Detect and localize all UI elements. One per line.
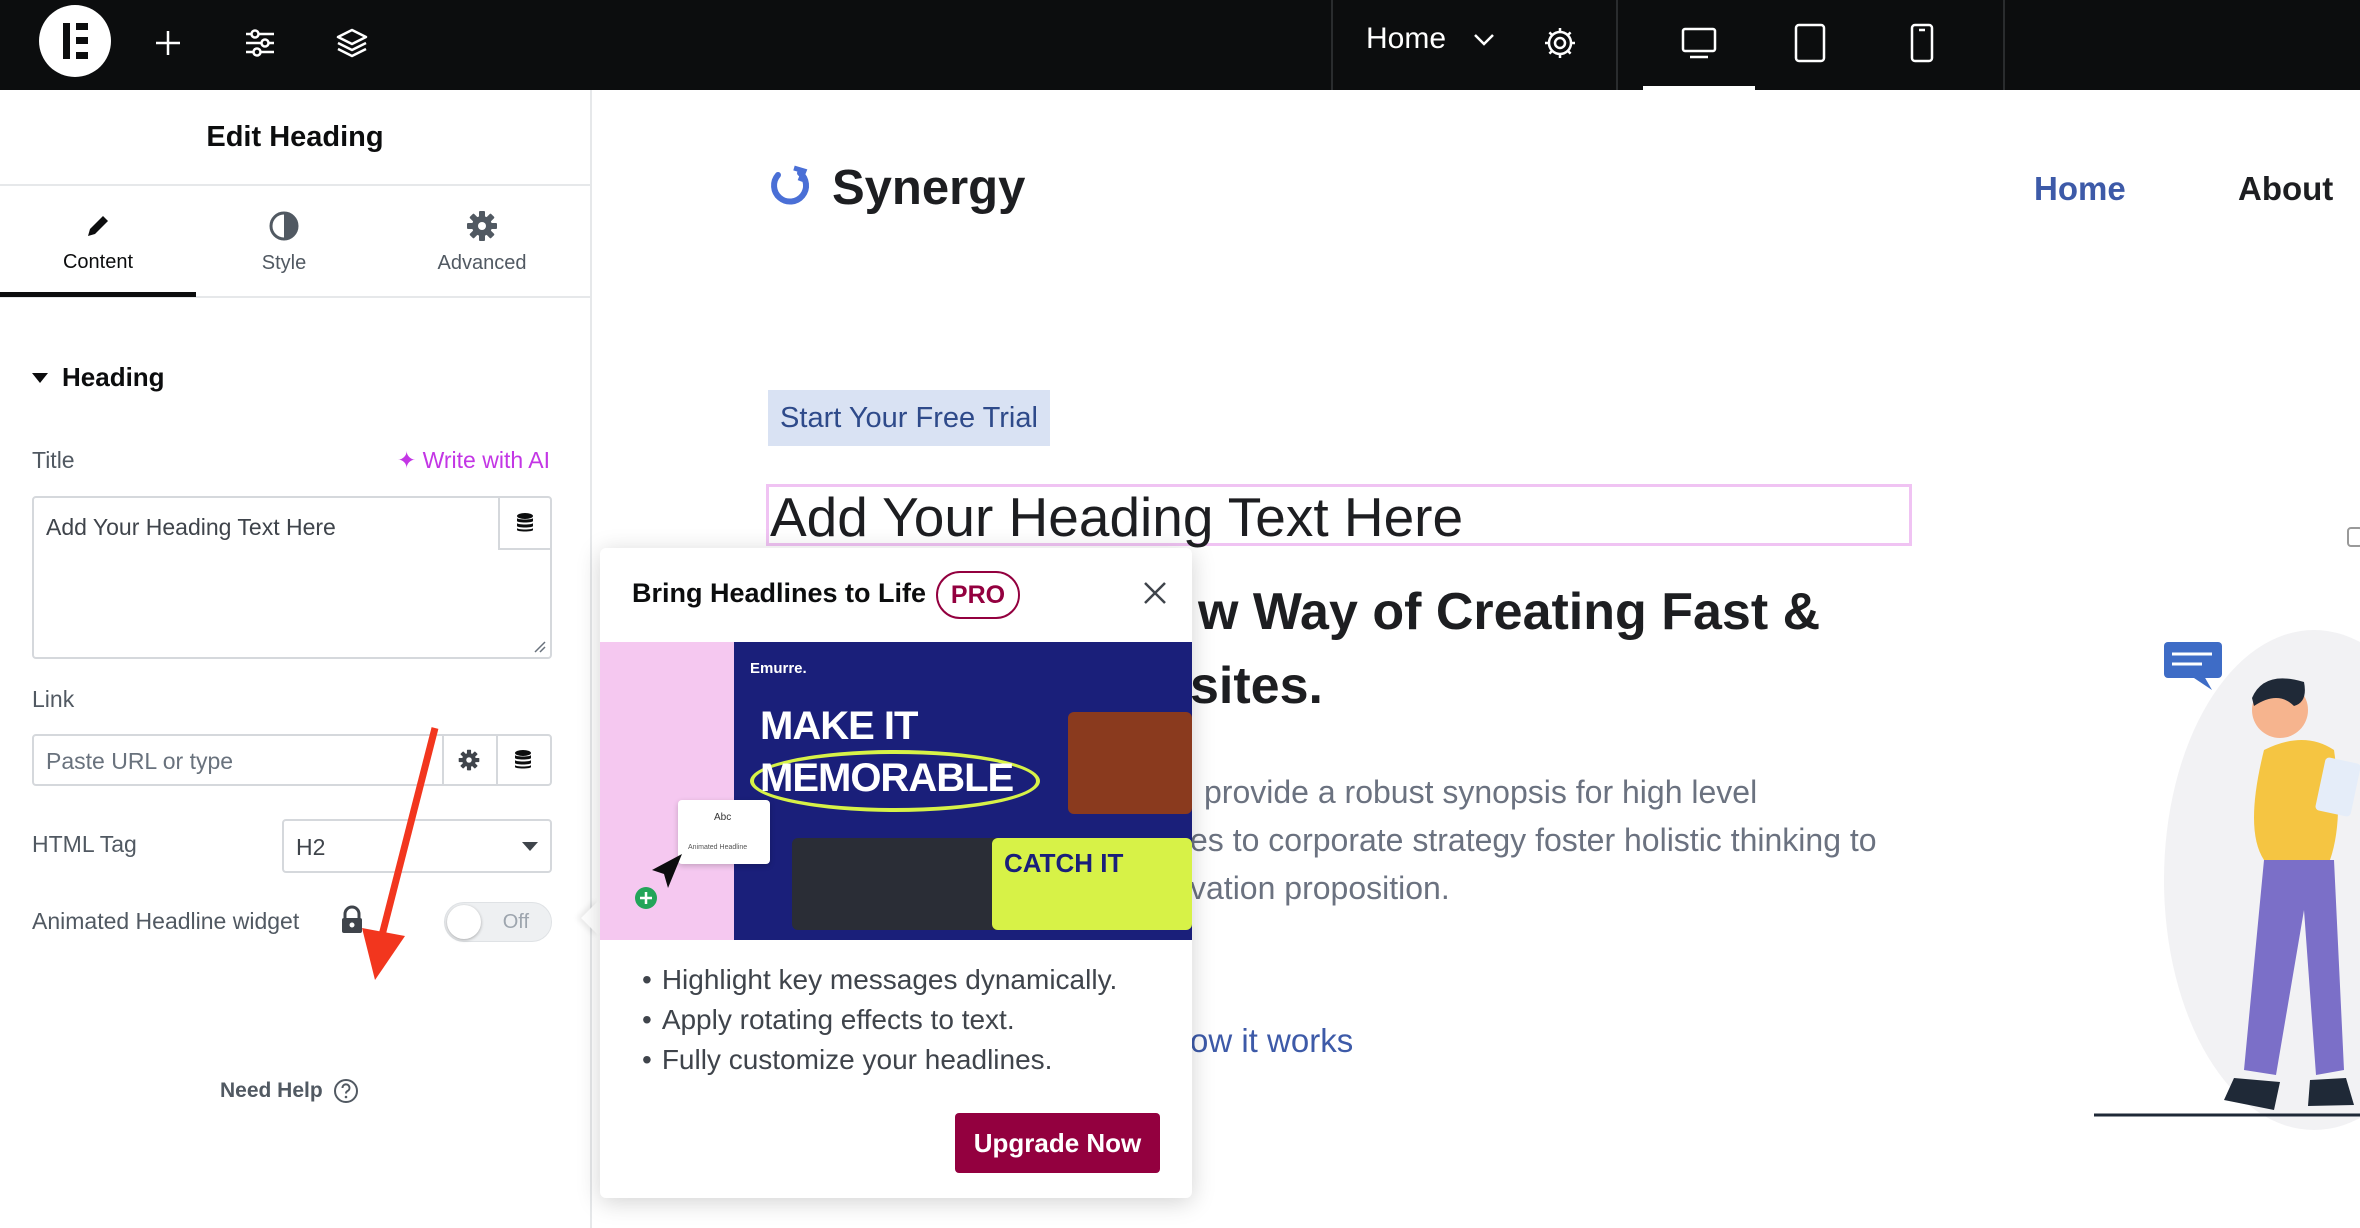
popup-title: Bring Headlines to Life — [632, 578, 927, 608]
editor-panel: Edit Heading Content Style Advanced Head… — [0, 90, 592, 1228]
dropdown-arrow-icon — [522, 842, 538, 851]
layers-icon[interactable] — [324, 15, 380, 71]
section-heading-label: Heading — [62, 362, 165, 392]
upgrade-now-button[interactable]: Upgrade Now — [955, 1113, 1160, 1173]
link-label: Link — [32, 686, 75, 712]
subheading-line-2: sites. — [1190, 657, 1323, 715]
subheading-line-1: w Way of Creating Fast & — [1198, 583, 1821, 641]
write-with-ai-label: Write with AI — [422, 447, 550, 473]
dynamic-tags-button[interactable] — [498, 498, 550, 550]
title-textarea-value: Add Your Heading Text Here — [46, 514, 336, 540]
plus-icon[interactable] — [140, 15, 196, 71]
pro-promo-popup: Bring Headlines to Life PRO Emurre. MAKE… — [600, 548, 1192, 1198]
link-placeholder: Paste URL or type — [46, 748, 234, 774]
gear-icon — [458, 749, 480, 771]
nav-about[interactable]: About — [2238, 170, 2333, 208]
page-selector-label: Home — [1366, 22, 1447, 55]
tab-content-label: Content — [62, 250, 134, 273]
site-logo[interactable]: Synergy — [764, 160, 1025, 216]
start-trial-button[interactable]: Start Your Free Trial — [768, 390, 1050, 446]
toggle-knob — [447, 905, 481, 939]
popup-feature-list: Highlight key messages dynamically. Appl… — [642, 960, 1117, 1080]
promo-widget-label: Animated Headline — [688, 844, 748, 851]
resize-handle-icon[interactable] — [532, 639, 546, 653]
need-help-link[interactable]: Need Help — [220, 1078, 359, 1104]
square-outline-icon — [2347, 527, 2360, 547]
list-item: Apply rotating effects to text. — [642, 1000, 1117, 1040]
list-item: Highlight key messages dynamically. — [642, 960, 1117, 1000]
html-tag-label: HTML Tag — [32, 831, 137, 857]
pro-badge: PRO — [936, 571, 1020, 619]
tab-advanced[interactable]: Advanced — [384, 186, 580, 298]
promo-image: Emurre. MAKE IT MEMORABLE CATCH IT Abc A… — [600, 642, 1192, 940]
site-brand-name: Synergy — [832, 161, 1026, 215]
tablet-icon[interactable] — [1782, 15, 1838, 71]
paragraph-line-3: vation proposition. — [1190, 870, 1450, 906]
animated-headline-toggle[interactable]: Off — [444, 902, 552, 942]
gear-icon — [467, 210, 497, 241]
sliders-icon[interactable] — [232, 15, 288, 71]
gear-icon[interactable] — [1532, 15, 1588, 71]
person-illustration — [2094, 630, 2360, 1130]
promo-card-text: CATCH IT — [1004, 848, 1124, 878]
promo-headline-1: MAKE IT — [760, 704, 918, 748]
mobile-icon[interactable] — [1894, 15, 1950, 71]
caret-down-icon — [32, 372, 48, 383]
nav-home[interactable]: Home — [2034, 170, 2126, 208]
toggle-state: Off — [502, 911, 529, 933]
pencil-icon — [88, 215, 108, 236]
heading-widget-text[interactable]: Add Your Heading Text Here — [770, 485, 1463, 549]
tab-style[interactable]: Style — [186, 186, 382, 298]
tab-style-label: Style — [261, 251, 307, 274]
promo-brand: Emurre. — [750, 660, 807, 677]
section-heading-toggle[interactable]: Heading — [32, 362, 165, 393]
html-tag-value: H2 — [296, 834, 326, 860]
sparkle-icon: ✦ — [396, 447, 423, 473]
panel-tabs: Content Style Advanced — [0, 186, 590, 298]
need-help-label: Need Help — [220, 1079, 323, 1102]
synergy-logo-icon — [771, 165, 810, 205]
how-it-works-link[interactable]: ow it works — [1190, 1022, 1353, 1060]
close-icon[interactable] — [1140, 578, 1170, 608]
paragraph-line-1: provide a robust synopsis for high level — [1204, 774, 1758, 810]
red-annotation-arrow — [362, 727, 439, 980]
promo-headline-2: MEMORABLE — [760, 756, 1014, 800]
write-with-ai-link[interactable]: ✦ Write with AI — [397, 447, 550, 474]
desktop-icon[interactable] — [1671, 15, 1727, 71]
title-textarea[interactable]: Add Your Heading Text Here — [32, 496, 552, 659]
title-label: Title — [32, 447, 75, 473]
promo-widget-sample: Abc — [714, 812, 732, 823]
chevron-down-icon — [1474, 34, 1494, 46]
link-input[interactable]: Paste URL or type — [32, 734, 552, 786]
active-tab-underline — [0, 292, 196, 297]
tab-advanced-label: Advanced — [437, 251, 527, 274]
editor-topbar: Home — [0, 0, 2360, 90]
animated-headline-label: Animated Headline widget — [32, 908, 300, 934]
page-selector[interactable]: Home — [1366, 22, 1496, 56]
help-circle-icon — [333, 1079, 358, 1103]
plus-circle-icon — [635, 887, 657, 909]
tab-content[interactable]: Content — [0, 186, 196, 298]
paragraph-line-2: es to corporate strategy foster holistic… — [1190, 822, 1877, 858]
contrast-icon — [269, 211, 299, 240]
panel-title: Edit Heading — [0, 90, 590, 186]
database-icon — [515, 750, 531, 769]
elementor-logo-icon[interactable] — [39, 5, 111, 77]
database-icon — [517, 513, 533, 532]
list-item: Fully customize your headlines. — [642, 1040, 1117, 1080]
link-dynamic-tags-button[interactable] — [496, 736, 548, 784]
